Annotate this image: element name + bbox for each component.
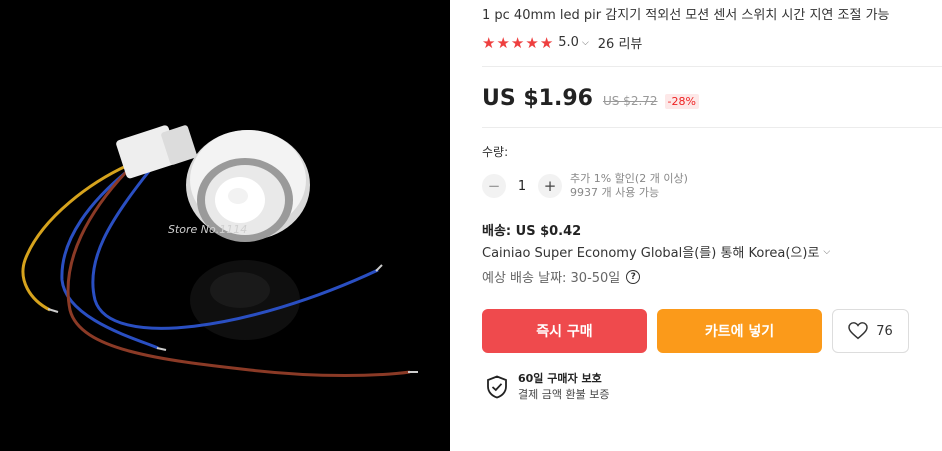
heart-icon <box>848 322 868 340</box>
rating-value: 5.0 <box>558 35 579 50</box>
price-row: US $1.96 US $2.72 -28% <box>482 86 699 111</box>
reviews-link[interactable]: 26 리뷰 <box>598 33 643 52</box>
rating-stars: ★ ★ ★ ★ ★ <box>482 35 553 51</box>
add-to-cart-button[interactable]: 카트에 넣기 <box>657 309 822 353</box>
star-icon: ★ <box>525 33 539 52</box>
chevron-down-icon: ⌵ <box>823 246 831 257</box>
decrease-quantity-button[interactable]: − <box>482 174 506 198</box>
buyer-protection[interactable]: 60일 구매자 보호 결제 금액 환불 보증 <box>486 371 609 403</box>
shipping-method: Cainiao Super Economy Global을(를) 통해 Kore… <box>482 246 820 261</box>
quantity-label: 수량: <box>482 145 509 159</box>
divider <box>482 66 942 67</box>
buy-now-button[interactable]: 즉시 구매 <box>482 309 647 353</box>
protection-subtitle: 결제 금액 환불 보증 <box>518 388 610 401</box>
quantity-stepper: − 1 + 추가 1% 할인(2 개 이상) 9937 개 사용 가능 <box>482 172 688 200</box>
quantity-info: 추가 1% 할인(2 개 이상) 9937 개 사용 가능 <box>570 172 688 200</box>
wishlist-count: 76 <box>876 323 893 339</box>
help-circle-icon[interactable]: ? <box>626 269 641 284</box>
quantity-input[interactable]: 1 <box>506 179 538 194</box>
star-icon: ★ <box>482 33 496 52</box>
star-icon: ★ <box>510 33 525 52</box>
current-price: US $1.96 <box>482 86 593 111</box>
bulk-discount-note: 추가 1% 할인(2 개 이상) <box>570 172 688 185</box>
delivery-estimate-text: 예상 배송 날짜: 30-50일 <box>482 271 621 286</box>
discount-badge: -28% <box>664 94 699 109</box>
shipping-cost: 배송: US $0.42 <box>482 224 582 239</box>
chevron-down-icon[interactable]: ⌵ <box>582 38 589 48</box>
increase-quantity-button[interactable]: + <box>538 174 562 198</box>
image-watermark: Store No.1114 <box>168 223 247 236</box>
stock-available: 9937 개 사용 가능 <box>570 186 660 199</box>
rating-row[interactable]: ★ ★ ★ ★ ★ 5.0 ⌵ 26 리뷰 <box>482 33 643 53</box>
product-title: 1 pc 40mm led pir 감지기 적외선 모션 센서 스위치 시간 지… <box>482 8 890 23</box>
product-image[interactable]: Store No.1114 <box>0 0 450 451</box>
wishlist-button[interactable]: 76 <box>832 309 909 353</box>
protection-title: 60일 구매자 보호 <box>518 372 602 385</box>
divider <box>482 127 942 128</box>
delivery-estimate: 예상 배송 날짜: 30-50일 ? <box>482 267 641 286</box>
star-icon: ★ <box>539 33 554 52</box>
product-info-panel: 1 pc 40mm led pir 감지기 적외선 모션 센서 스위치 시간 지… <box>482 0 942 451</box>
shield-check-icon <box>487 375 507 399</box>
original-price: US $2.72 <box>602 94 658 108</box>
star-icon: ★ <box>496 33 510 52</box>
shipping-method-selector[interactable]: Cainiao Super Economy Global을(를) 통해 Kore… <box>482 242 830 261</box>
